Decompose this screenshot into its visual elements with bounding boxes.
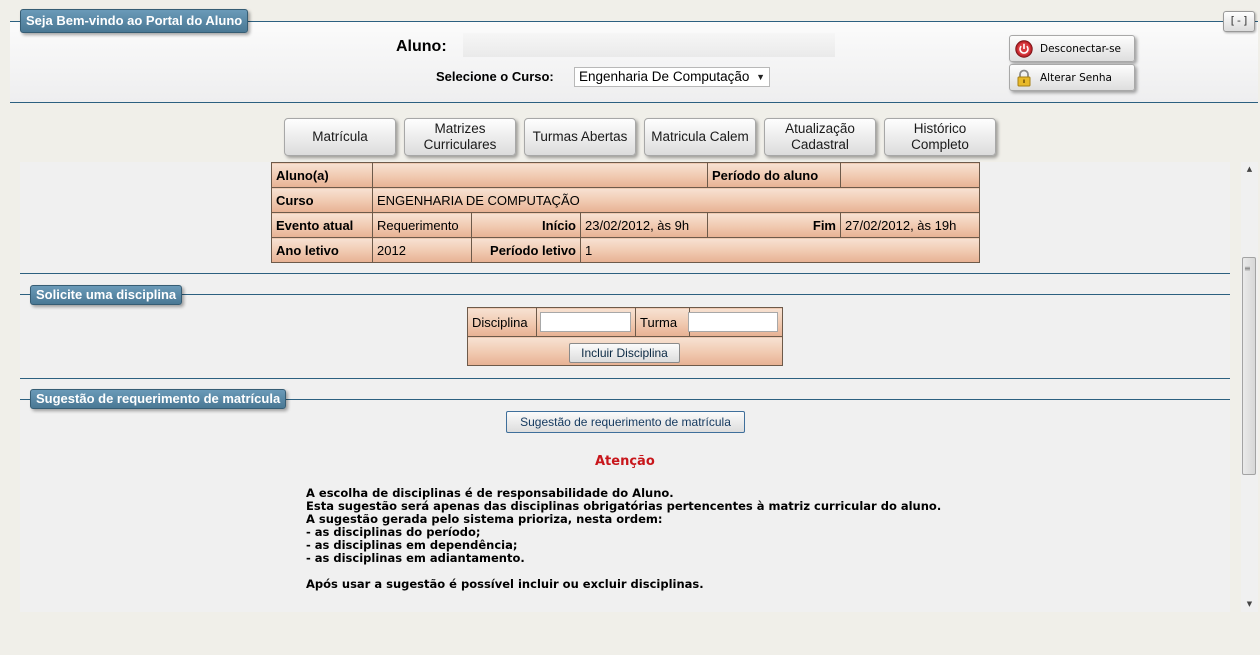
nav-atualizacao-cadastral-button[interactable]: Atualização Cadastral (764, 118, 876, 156)
aluno-value (372, 162, 708, 188)
sugestao-section-title: Sugestão de requerimento de matrícula (30, 389, 287, 409)
logout-label: Desconectar-se (1040, 43, 1122, 55)
welcome-title: Seja Bem-vindo ao Portal do Aluno (20, 9, 249, 33)
periodo-letivo-label: Período letivo (471, 237, 581, 263)
incluir-disciplina-button[interactable]: Incluir Disciplina (569, 343, 680, 363)
table-row: Ano letivo 2012 Período letivo 1 (271, 237, 980, 263)
periodo-aluno-value (840, 162, 980, 188)
nav-matricula-button[interactable]: Matrícula (284, 118, 396, 156)
nav-matricula-calem-button[interactable]: Matricula Calem (644, 118, 756, 156)
table-row: Evento atual Requerimento Início 23/02/2… (271, 212, 980, 238)
nav-historico-completo-button[interactable]: Histórico Completo (884, 118, 996, 156)
curso-value: ENGENHARIA DE COMPUTAÇÃO (372, 187, 980, 213)
sugestao-button[interactable]: Sugestão de requerimento de matrícula (506, 411, 745, 433)
ano-letivo-label: Ano letivo (271, 237, 373, 263)
aluno-label: Aluno(a) (271, 162, 373, 188)
chevron-down-icon: ▼ (756, 72, 765, 82)
vertical-scrollbar[interactable]: ▲ ≡ ▼ (1241, 162, 1258, 612)
fim-label: Fim (707, 212, 841, 238)
turma-input[interactable] (688, 312, 778, 332)
fim-value: 27/02/2012, às 19h (840, 212, 980, 238)
logout-button[interactable]: Desconectar-se (1009, 35, 1135, 62)
ano-letivo-value: 2012 (372, 237, 472, 263)
disciplina-label: Disciplina (467, 307, 537, 337)
curso-select[interactable]: Engenharia De Computação ▼ (574, 67, 770, 87)
section-line (20, 294, 1230, 295)
periodo-aluno-label: Período do aluno (707, 162, 841, 188)
lock-icon (1017, 69, 1031, 87)
inicio-label: Início (471, 212, 581, 238)
grip-icon: ≡ (1244, 264, 1251, 273)
power-icon (1015, 40, 1033, 58)
curso-select-value: Engenharia De Computação (579, 69, 750, 84)
divider (20, 273, 1230, 274)
divider (20, 378, 1230, 379)
nav-matrizes-curriculares-button[interactable]: Matrizes Curriculares (404, 118, 516, 156)
change-password-button[interactable]: Alterar Senha (1009, 64, 1135, 91)
atencao-heading: Atenção (595, 454, 655, 469)
student-info-table: Aluno(a) Período do aluno Curso ENGENHAR… (271, 162, 980, 263)
disciplina-input[interactable] (540, 312, 631, 332)
aluno-name-field (463, 33, 835, 57)
notice-text: A escolha de disciplinas é de responsabi… (306, 487, 941, 591)
scroll-down-icon[interactable]: ▼ (1241, 597, 1258, 612)
evento-label: Evento atual (271, 212, 373, 238)
periodo-letivo-value: 1 (580, 237, 980, 263)
collapse-button[interactable]: [-] (1223, 11, 1255, 32)
scroll-thumb[interactable] (1242, 257, 1256, 475)
evento-value: Requerimento (372, 212, 472, 238)
turma-label: Turma (635, 307, 690, 337)
curso-label: Curso (271, 187, 373, 213)
nav-turmas-abertas-button[interactable]: Turmas Abertas (524, 118, 636, 156)
notice-line: Após usar a sugestão é possível incluir … (306, 577, 704, 591)
notice-line: - as disciplinas em adiantamento. (306, 551, 525, 565)
solicite-section-title: Solicite uma disciplina (30, 285, 183, 305)
table-row: Aluno(a) Período do aluno (271, 162, 980, 188)
table-row: Curso ENGENHARIA DE COMPUTAÇÃO (271, 187, 980, 213)
scroll-up-icon[interactable]: ▲ (1241, 162, 1258, 177)
inicio-value: 23/02/2012, às 9h (580, 212, 708, 238)
aluno-label: Aluno: (396, 38, 447, 55)
curso-label: Selecione o Curso: (436, 69, 554, 84)
change-password-label: Alterar Senha (1040, 72, 1112, 84)
